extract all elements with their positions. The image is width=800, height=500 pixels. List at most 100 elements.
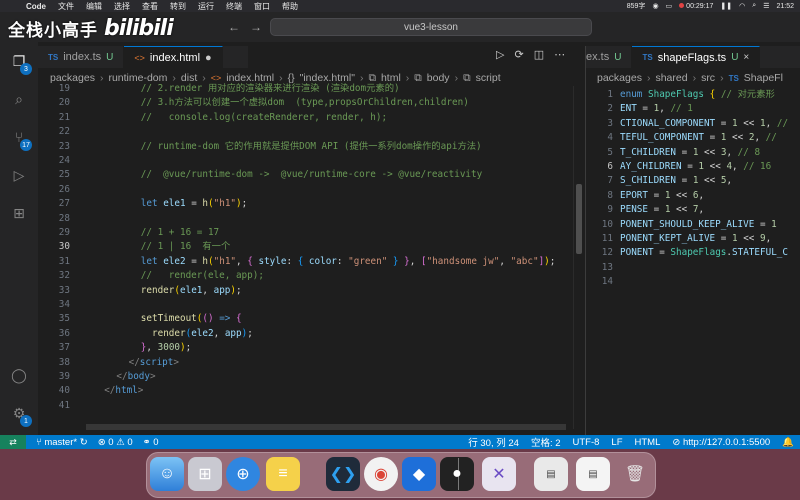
- breadcrumb-item[interactable]: packages: [597, 72, 642, 84]
- code-line[interactable]: 20 // 3.h方法可以创建一个虚拟dom (type,propsOrChild…: [40, 96, 572, 110]
- code-line[interactable]: 32 // render(ele, app);: [40, 269, 572, 283]
- code-line[interactable]: 1 enum ShapeFlags { // 对元素形: [587, 88, 800, 102]
- tab-index-ts-partial[interactable]: ex.ts U: [586, 46, 633, 68]
- sync-icon[interactable]: ↻: [80, 437, 88, 448]
- search-menubar-icon[interactable]: ⌕: [752, 2, 756, 10]
- code-line[interactable]: 34: [40, 298, 572, 312]
- code-line[interactable]: 33 render(ele1, app);: [40, 284, 572, 298]
- forward-arrow-icon[interactable]: →: [250, 20, 262, 34]
- search-icon[interactable]: ⌕: [8, 88, 30, 110]
- wechat-icon[interactable]: ◉: [652, 2, 658, 10]
- code-line[interactable]: 10 PONENT_SHOULD_KEEP_ALIVE = 1: [587, 218, 800, 232]
- menu-window[interactable]: 窗口: [254, 1, 270, 12]
- notes-icon[interactable]: ≡: [266, 457, 300, 491]
- notifications-bell-icon[interactable]: 🔔: [782, 437, 794, 448]
- code-line[interactable]: 38 </script>: [40, 356, 572, 370]
- pause-icon[interactable]: ❚❚: [720, 2, 732, 10]
- remote-indicator[interactable]: ⇄: [0, 435, 26, 449]
- extensions-icon[interactable]: ⊞: [8, 202, 30, 224]
- code-editor-right[interactable]: 1 enum ShapeFlags { // 对元素形 2 ENT = 1, // 1…: [587, 86, 800, 431]
- open-changes-icon[interactable]: ⟳: [514, 48, 523, 61]
- code-line[interactable]: 2 ENT = 1, // 1: [587, 102, 800, 116]
- window-preview-1-icon[interactable]: ▤: [534, 457, 568, 491]
- recording-indicator[interactable]: 00:29:17: [679, 2, 713, 10]
- menu-app-name[interactable]: Code: [26, 2, 46, 11]
- settings-gear-icon[interactable]: ⚙ 1: [8, 402, 32, 427]
- code-line[interactable]: 29 // 1 + 16 = 17: [40, 226, 572, 240]
- code-line[interactable]: 19 // 2.render 用对应的渲染器来进行渲染 (渲染dom元素的): [40, 82, 572, 96]
- window-preview-2-icon[interactable]: ▤: [576, 457, 610, 491]
- git-branch[interactable]: ⑂ master* ↻: [36, 437, 88, 448]
- code-line[interactable]: 22: [40, 125, 572, 139]
- tab-index-html[interactable]: <> index.html ●: [124, 46, 223, 68]
- code-line[interactable]: 9 PENSE = 1 << 7,: [587, 203, 800, 217]
- code-line[interactable]: 4 TEFUL_COMPONENT = 1 << 2, //: [587, 131, 800, 145]
- vertical-scrollbar-left[interactable]: [573, 86, 583, 429]
- menu-run[interactable]: 运行: [198, 1, 214, 12]
- ports-indicator[interactable]: ⚭ 0: [143, 437, 159, 448]
- code-line[interactable]: 31 let ele2 = h("h1", { style: { color: "…: [40, 255, 572, 269]
- clock[interactable]: 21:52: [776, 3, 794, 10]
- finder-icon[interactable]: ☺: [150, 457, 184, 491]
- close-tab-icon[interactable]: ×: [743, 52, 749, 63]
- menu-selection[interactable]: 选择: [114, 1, 130, 12]
- code-line[interactable]: 24: [40, 154, 572, 168]
- editor-split-divider[interactable]: [585, 46, 586, 435]
- indentation[interactable]: 空格: 2: [531, 435, 561, 449]
- battery-icon[interactable]: ▭: [666, 2, 673, 10]
- code-line[interactable]: 7 S_CHILDREN = 1 << 5,: [587, 174, 800, 188]
- encoding[interactable]: UTF-8: [573, 437, 600, 448]
- language-mode[interactable]: HTML: [635, 437, 661, 448]
- breadcrumb-item[interactable]: src: [701, 72, 715, 84]
- safari-icon[interactable]: ⊕: [226, 457, 260, 491]
- code-line[interactable]: 6 AY_CHILDREN = 1 << 4, // 16: [587, 160, 800, 174]
- code-line[interactable]: 13: [587, 261, 800, 275]
- control-center-icon[interactable]: ☰: [763, 2, 769, 10]
- code-line[interactable]: 27 let ele1 = h("h1");: [40, 197, 572, 211]
- code-line[interactable]: 39 </body>: [40, 370, 572, 384]
- command-center[interactable]: vue3-lesson: [270, 18, 592, 36]
- scrollbar-thumb[interactable]: [576, 184, 582, 254]
- horizontal-scrollbar-left[interactable]: [86, 424, 566, 430]
- code-line[interactable]: 40 </html>: [40, 384, 572, 398]
- menu-help[interactable]: 帮助: [282, 1, 298, 12]
- explorer-icon[interactable]: ❐ 3: [8, 50, 32, 75]
- launchpad-icon[interactable]: ⊞: [188, 457, 222, 491]
- code-editor-left[interactable]: 19 // 2.render 用对应的渲染器来进行渲染 (渲染dom元素的) 20 /…: [40, 82, 572, 427]
- code-line[interactable]: 23 // runtime-dom 它的作用就是提供DOM API (提供一系列d…: [40, 140, 572, 154]
- wifi-icon[interactable]: ◠: [739, 2, 745, 10]
- account-icon[interactable]: ◯: [8, 364, 30, 386]
- unsaved-dot[interactable]: ●: [205, 52, 212, 64]
- code-line[interactable]: 30 // 1 | 16 有一个: [40, 240, 572, 254]
- source-control-icon[interactable]: ⑂ 17: [8, 126, 32, 151]
- code-line[interactable]: 12 PONENT = ShapeFlags.STATEFUL_C: [587, 246, 800, 260]
- chrome-icon[interactable]: ◉: [364, 457, 398, 491]
- obs-icon[interactable]: ●: [440, 457, 474, 491]
- split-editor-icon[interactable]: ◫: [534, 48, 544, 61]
- tab-shapeflags-ts[interactable]: TS shapeFlags.ts U ×: [632, 46, 761, 68]
- vscode-insiders-icon[interactable]: ✕: [482, 457, 516, 491]
- code-line[interactable]: 3 CTIONAL_COMPONENT = 1 << 1, //: [587, 117, 800, 131]
- tab-index-ts[interactable]: TS index.ts U: [38, 46, 125, 68]
- code-line[interactable]: 26: [40, 183, 572, 197]
- code-line[interactable]: 5 T_CHILDREN = 1 << 3, // 8: [587, 146, 800, 160]
- code-line[interactable]: 28: [40, 212, 572, 226]
- vscode-icon[interactable]: ❮❯: [326, 457, 360, 491]
- live-server[interactable]: ⊘ http://127.0.0.1:5500: [672, 437, 770, 448]
- code-line[interactable]: 11 PONENT_KEPT_ALIVE = 1 << 9,: [587, 232, 800, 246]
- code-line[interactable]: 41: [40, 399, 572, 413]
- breadcrumb-item[interactable]: shared: [655, 72, 687, 84]
- run-debug-icon[interactable]: ▷: [8, 164, 30, 186]
- more-actions-icon[interactable]: ⋯: [554, 48, 565, 61]
- end-of-line[interactable]: LF: [611, 437, 622, 448]
- breadcrumb-item[interactable]: ShapeFl: [744, 72, 783, 84]
- menu-terminal[interactable]: 终端: [226, 1, 242, 12]
- run-file-icon[interactable]: ▷: [496, 48, 504, 61]
- problems-indicator[interactable]: ⊗ 0 ⚠ 0: [98, 437, 133, 448]
- code-line[interactable]: 21 // console.log(createRenderer, render,…: [40, 111, 572, 125]
- code-line[interactable]: 14: [587, 275, 800, 289]
- menu-edit[interactable]: 编辑: [86, 1, 102, 12]
- code-line[interactable]: 25 // @vue/runtime-dom -> @vue/runtime-co…: [40, 168, 572, 182]
- trash-icon[interactable]: 🗑: [618, 457, 652, 491]
- code-line[interactable]: 35 setTimeout(() => {: [40, 312, 572, 326]
